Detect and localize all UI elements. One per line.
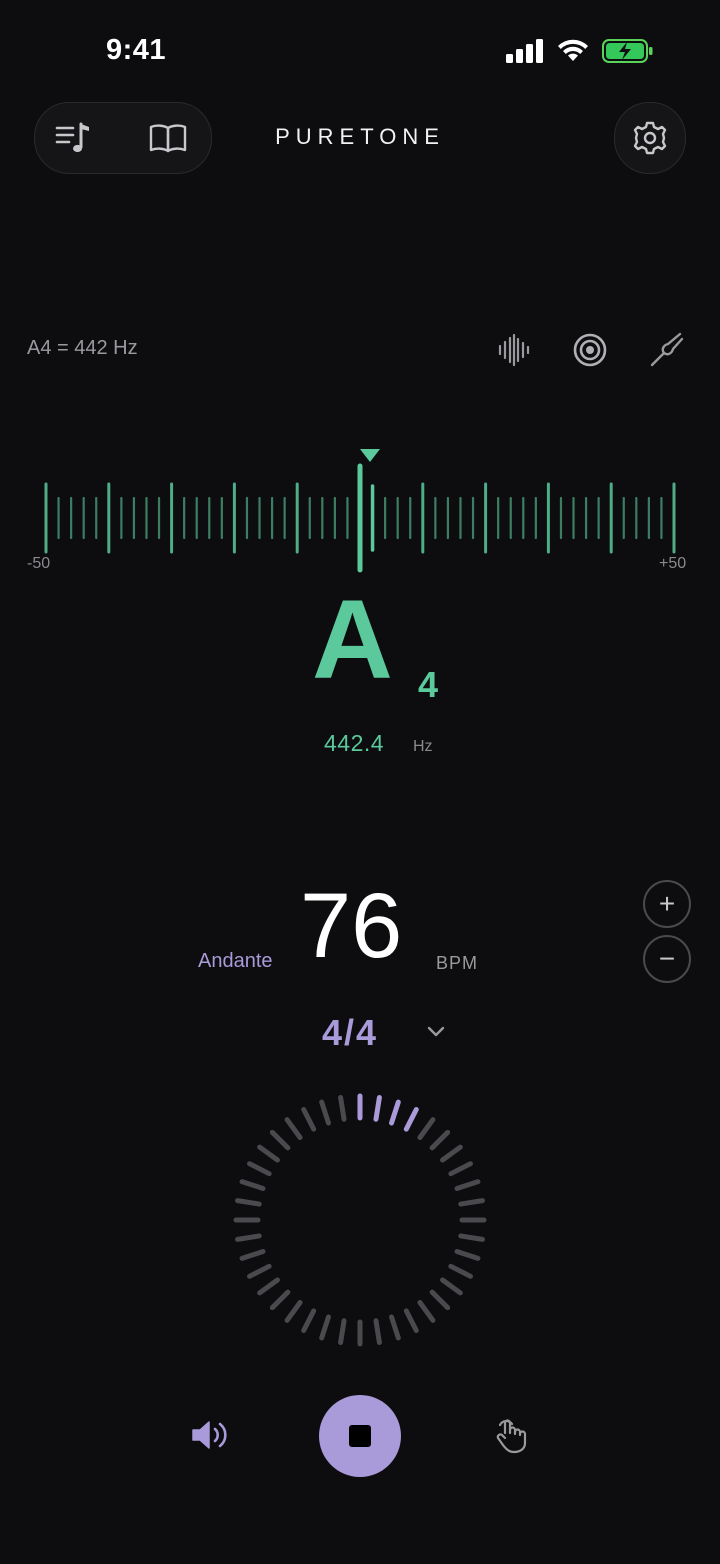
dial-tick <box>269 1129 291 1151</box>
target-marker <box>360 449 380 462</box>
tuning-fork-icon <box>650 332 684 367</box>
dial-tick <box>338 1318 347 1345</box>
dial-tick <box>448 1161 473 1177</box>
dial-tick <box>301 1107 317 1132</box>
battery-charging-icon <box>602 39 653 63</box>
scale-max-label: +50 <box>659 555 687 572</box>
reference-pitch[interactable]: A4 = 442 Hz <box>27 337 138 360</box>
tap-icon <box>496 1419 527 1454</box>
minus-icon: − <box>658 943 676 974</box>
dial-tick <box>319 1099 331 1126</box>
target-icon <box>573 333 607 367</box>
tuning-fork-button[interactable] <box>646 330 686 370</box>
volume-icon <box>192 1421 227 1449</box>
frequency-unit: Hz <box>413 738 433 755</box>
app-title: PURETONE <box>275 124 445 149</box>
stop-button[interactable] <box>319 1395 401 1477</box>
dial-tick <box>417 1300 436 1323</box>
detected-frequency: 442.4 <box>324 730 385 756</box>
dial-tick <box>239 1249 266 1261</box>
waveform-icon <box>498 333 530 367</box>
playlist-button[interactable] <box>52 115 98 161</box>
dial-tick-active <box>373 1095 382 1122</box>
dial-tick <box>257 1277 280 1296</box>
dial-tick <box>403 1308 419 1333</box>
dial-tick <box>440 1144 463 1163</box>
increase-bpm-button[interactable]: + <box>643 880 691 928</box>
beat-dial <box>233 1093 487 1347</box>
dial-tick <box>373 1318 382 1345</box>
dial-tick <box>269 1289 291 1311</box>
dial-tick <box>417 1117 436 1140</box>
book-icon <box>149 124 187 153</box>
gear-icon <box>633 121 667 155</box>
dial-tick <box>235 1198 262 1207</box>
dial-tick <box>247 1161 272 1177</box>
playlist-icon <box>55 122 89 153</box>
mode-switcher <box>34 102 212 174</box>
bpm-unit: BPM <box>436 953 479 973</box>
stop-icon <box>349 1425 371 1447</box>
cellular-signal-icon <box>506 39 543 63</box>
volume-button[interactable] <box>187 1412 233 1458</box>
dial-tick <box>448 1263 473 1279</box>
waveform-button[interactable] <box>494 330 534 370</box>
detected-note: A <box>312 577 393 702</box>
detected-octave: 4 <box>418 664 439 705</box>
dial-tick <box>429 1129 451 1151</box>
bpm-value[interactable]: 76 <box>300 880 402 972</box>
dial-tick <box>440 1277 463 1296</box>
dial-tick-active <box>389 1099 401 1126</box>
dial-tick <box>389 1314 401 1341</box>
dial-tick <box>284 1300 303 1323</box>
dial-tick <box>458 1233 485 1242</box>
tuner-scale <box>44 449 676 573</box>
tempo-name: Andante <box>198 950 273 972</box>
tap-tempo-button[interactable] <box>489 1412 535 1458</box>
dial-tick <box>301 1308 317 1333</box>
library-button[interactable] <box>145 115 191 161</box>
wifi-icon <box>558 39 588 61</box>
dial-tick <box>429 1289 451 1311</box>
dial-tick <box>458 1198 485 1207</box>
dial-tick <box>454 1179 481 1191</box>
scale-min-label: -50 <box>27 555 51 572</box>
settings-button[interactable] <box>614 102 686 174</box>
dial-tick <box>319 1314 331 1341</box>
target-button[interactable] <box>570 330 610 370</box>
dial-tick <box>257 1144 280 1163</box>
plus-icon: + <box>658 888 676 919</box>
dial-tick <box>338 1095 347 1122</box>
status-icons <box>506 38 654 64</box>
dial-tick <box>454 1249 481 1261</box>
dial-tick <box>235 1233 262 1242</box>
decrease-bpm-button[interactable]: − <box>643 935 691 983</box>
status-time: 9:41 <box>106 34 167 66</box>
dial-tick <box>239 1179 266 1191</box>
dial-tick <box>284 1117 303 1140</box>
time-signature[interactable]: 4/4 <box>322 1012 378 1054</box>
dial-tick-active <box>403 1107 419 1132</box>
chevron-down-icon[interactable] <box>424 1020 448 1044</box>
dial-tick <box>247 1263 272 1279</box>
